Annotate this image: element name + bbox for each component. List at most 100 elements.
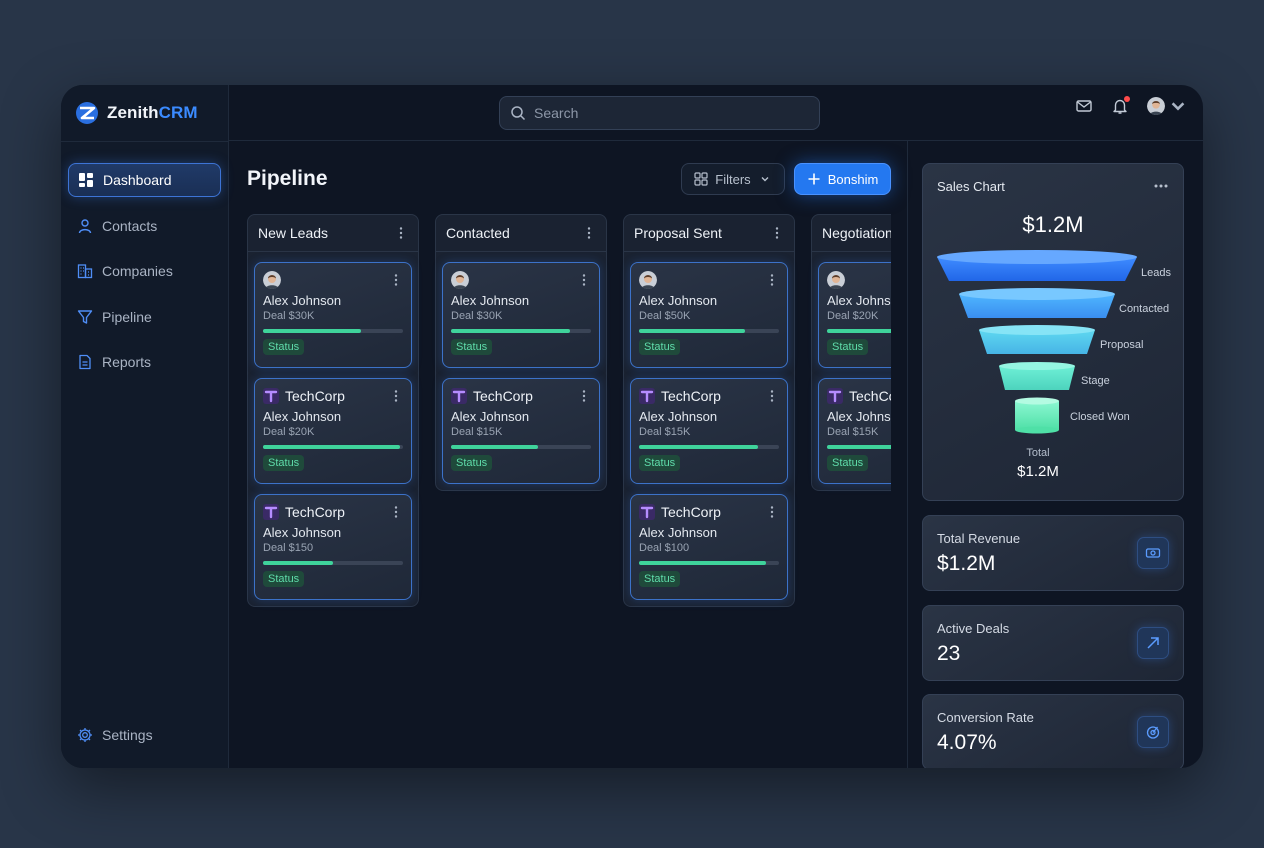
grid-icon — [694, 172, 708, 186]
funnel-icon — [77, 309, 93, 324]
sidebar-footer: Settings — [68, 718, 221, 764]
zenith-logo-icon — [76, 102, 98, 124]
deal-value: Deal $15K — [639, 426, 691, 438]
company-name: TechCorp — [285, 388, 345, 404]
mail-icon[interactable] — [1075, 97, 1093, 115]
contact-name: Alex Johnson — [639, 525, 718, 540]
avatar — [263, 271, 281, 289]
column-title: Proposal Sent — [634, 225, 722, 241]
sidebar-item-label: Contacts — [102, 217, 158, 234]
company-name: TechCorp — [849, 388, 891, 404]
stat-label: Total Revenue — [937, 531, 1021, 546]
deal-value: Deal $100 — [639, 542, 690, 554]
deal-card[interactable]: TechCorp Alex Johnson Deal $100 Status — [630, 494, 788, 600]
pipeline-column-negotiation: NegotiationAlex JohnsonDeal $20KStatusTe… — [811, 214, 891, 491]
funnel-label-contacted: Contacted — [1119, 303, 1170, 315]
status-badge: Status — [263, 339, 305, 355]
deal-card[interactable]: Alex Johnson Deal $50K Status — [630, 262, 788, 368]
progress-fill — [639, 561, 767, 565]
deal-card[interactable]: Alex Johnson Deal $30K Status — [254, 262, 412, 368]
progress-bar — [263, 329, 403, 333]
progress-bar — [827, 329, 891, 333]
contact-name: Alex Johnson — [827, 409, 891, 424]
card-header — [639, 271, 779, 289]
deal-value: Deal $15K — [827, 426, 879, 438]
column-header: New Leads — [248, 215, 418, 252]
stat-card-total-revenue[interactable]: Total Revenue $1.2M — [922, 515, 1184, 591]
user-menu[interactable] — [1147, 97, 1187, 115]
progress-fill — [451, 445, 538, 449]
funnel-total-value: $1.2M — [1017, 463, 1059, 480]
deal-card[interactable]: TechCorp Alex Johnson Deal $15K Status — [818, 378, 891, 484]
stat-card-conversion-rate[interactable]: Conversion Rate 4.07% — [922, 694, 1184, 768]
deal-card[interactable]: TechCorp Alex Johnson Deal $150 Status — [254, 494, 412, 600]
avatar — [639, 271, 657, 289]
company-name: TechCorp — [473, 388, 533, 404]
sidebar-item-pipeline[interactable]: Pipeline — [68, 300, 221, 334]
search-input[interactable] — [534, 105, 794, 121]
status-badge: Status — [639, 455, 681, 471]
sales-chart-panel: Sales Chart $1.2M Leads Contacted Propos… — [922, 163, 1184, 501]
card-menu-icon[interactable] — [765, 389, 779, 403]
gear-icon — [78, 728, 92, 742]
deal-card[interactable]: TechCorp Alex Johnson Deal $15K Status — [442, 378, 600, 484]
money-icon — [1145, 548, 1161, 558]
deal-card[interactable]: Alex Johnson Deal $20K Status — [818, 262, 891, 368]
sidebar-item-contacts[interactable]: Contacts — [68, 209, 221, 243]
document-icon — [79, 354, 91, 370]
column-menu-icon[interactable] — [394, 226, 408, 240]
deal-card[interactable]: Alex Johnson Deal $30K Status — [442, 262, 600, 368]
column-title: New Leads — [258, 225, 329, 241]
sidebar-item-settings[interactable]: Settings — [68, 718, 221, 752]
card-header: TechCorp — [263, 503, 403, 521]
column-menu-icon[interactable] — [770, 226, 784, 240]
card-menu-icon[interactable] — [765, 505, 779, 519]
progress-bar — [451, 329, 591, 333]
card-menu-icon[interactable] — [389, 505, 403, 519]
card-menu-icon[interactable] — [389, 389, 403, 403]
filters-button[interactable]: Filters — [681, 163, 785, 195]
search-box[interactable] — [499, 96, 820, 130]
deal-value: Deal $20K — [263, 426, 315, 438]
card-header: TechCorp — [263, 387, 403, 405]
page-title: Pipeline — [247, 167, 328, 190]
sidebar-item-label: Settings — [102, 727, 153, 743]
brand[interactable]: ZenithCRM — [75, 101, 198, 125]
avatar — [451, 271, 469, 289]
progress-fill — [827, 445, 891, 449]
sidebar-item-dashboard[interactable]: Dashboard — [68, 163, 221, 197]
deal-card[interactable]: TechCorp Alex Johnson Deal $20K Status — [254, 378, 412, 484]
column-header: Proposal Sent — [624, 215, 794, 252]
funnel-tier-closed-won — [1015, 397, 1059, 434]
sidebar-item-companies[interactable]: Companies — [68, 254, 221, 288]
stat-icon-box — [1137, 716, 1169, 748]
contact-name: Alex Johnson — [639, 409, 718, 424]
status-badge: Status — [263, 571, 305, 587]
contact-name: Alex Johnson — [263, 293, 342, 308]
chevron-down-icon — [761, 177, 769, 182]
deal-card[interactable]: TechCorp Alex Johnson Deal $15K Status — [630, 378, 788, 484]
company-name: TechCorp — [661, 504, 721, 520]
status-badge: Status — [451, 339, 493, 355]
notifications-button[interactable] — [1111, 96, 1130, 115]
techcorp-logo-icon — [451, 388, 467, 404]
card-menu-icon[interactable] — [577, 389, 591, 403]
funnel-label-stage: Stage — [1081, 375, 1110, 387]
card-menu-icon[interactable] — [577, 273, 591, 287]
progress-fill — [827, 329, 891, 333]
status-badge: Status — [827, 339, 869, 355]
progress-bar — [639, 561, 779, 565]
pipeline-column-new-leads: New Leads Alex Johnson Deal $30K Status Tech… — [247, 214, 419, 607]
column-menu-icon[interactable] — [582, 226, 596, 240]
sidebar-item-label: Companies — [102, 263, 173, 279]
chevron-down-icon — [1171, 102, 1185, 111]
sidebar-item-reports[interactable]: Reports — [68, 345, 221, 379]
column-header: Contacted — [436, 215, 606, 252]
add-button[interactable]: Bonshim — [794, 163, 891, 195]
progress-bar — [639, 445, 779, 449]
status-badge: Status — [827, 455, 869, 471]
card-menu-icon[interactable] — [389, 273, 403, 287]
card-menu-icon[interactable] — [765, 273, 779, 287]
sidebar-item-label: Pipeline — [102, 308, 152, 325]
stat-card-active-deals[interactable]: Active Deals 23 — [922, 605, 1184, 681]
